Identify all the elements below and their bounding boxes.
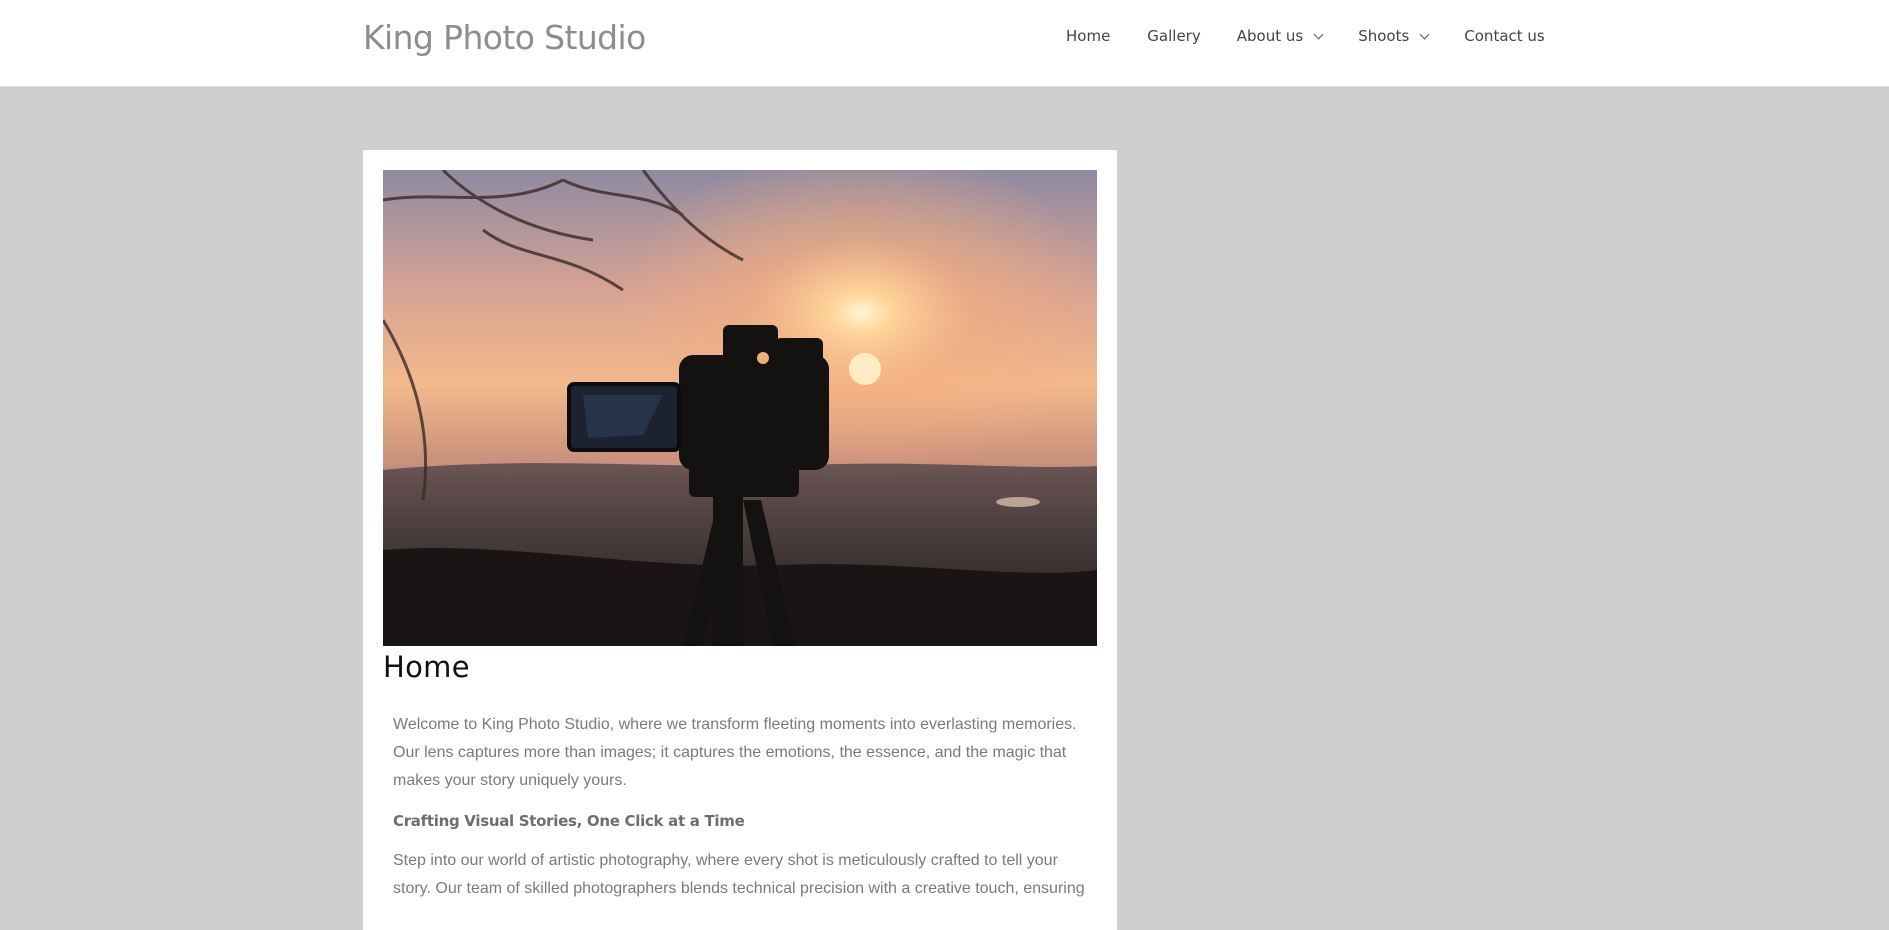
nav-item-about-us[interactable]: About us xyxy=(1236,27,1324,45)
nav-item-label: About us xyxy=(1236,27,1304,45)
nav-item-label: Shoots xyxy=(1358,27,1410,45)
camera-sunset-photo-icon xyxy=(383,170,1097,646)
main-nav: Home Gallery About us Shoots Contact us xyxy=(1066,27,1545,45)
chevron-down-icon xyxy=(1419,29,1430,39)
nav-item-label: Home xyxy=(1066,27,1111,45)
nav-item-shoots[interactable]: Shoots xyxy=(1358,27,1430,45)
nav-item-label: Gallery xyxy=(1147,27,1201,45)
nav-item-gallery[interactable]: Gallery xyxy=(1147,27,1200,45)
page-title: Home xyxy=(383,650,470,684)
nav-item-label: Contact us xyxy=(1464,27,1545,45)
content-card: Home Welcome to King Photo Studio, where… xyxy=(363,150,1117,930)
body-paragraph: Step into our world of artistic photogra… xyxy=(393,852,1085,897)
page-content: Welcome to King Photo Studio, where we t… xyxy=(393,711,1093,915)
nav-item-home[interactable]: Home xyxy=(1066,27,1110,45)
section-subheading: Crafting Visual Stories, One Click at a … xyxy=(393,812,745,830)
chevron-down-icon xyxy=(1313,29,1324,39)
intro-paragraph: Welcome to King Photo Studio, where we t… xyxy=(393,716,1077,789)
site-title[interactable]: King Photo Studio xyxy=(363,18,646,57)
nav-item-contact-us[interactable]: Contact us xyxy=(1464,27,1544,45)
site-header: King Photo Studio Home Gallery About us … xyxy=(0,0,1889,87)
hero-image xyxy=(383,170,1097,646)
